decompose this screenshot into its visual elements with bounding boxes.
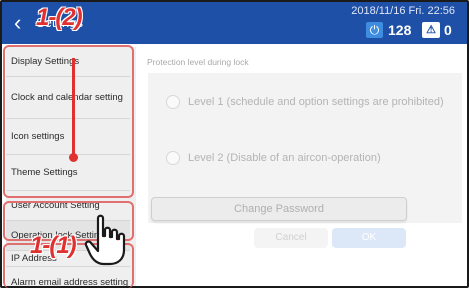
option-label: Level 1 (schedule and option settings ar…: [188, 96, 444, 108]
radio-button-icon: [166, 95, 180, 109]
ok-button[interactable]: OK: [332, 228, 406, 248]
alarm-count: 0: [444, 22, 452, 38]
callout-1-2: 1-(2): [36, 4, 83, 31]
power-icon: ⏻: [366, 22, 383, 38]
main-panel: Protection level during lock Level 1 (sc…: [138, 47, 467, 286]
option-level-2[interactable]: Level 2 (Disable of an aircon-operation): [166, 151, 381, 165]
callout-1-1: 1-(1): [30, 232, 77, 259]
power-count: 128: [388, 22, 412, 38]
option-level-1[interactable]: Level 1 (schedule and option settings ar…: [166, 95, 444, 109]
protection-level-label: Protection level during lock: [147, 57, 249, 67]
hand-pointer-icon: [84, 214, 126, 266]
cancel-button[interactable]: Cancel: [254, 228, 328, 248]
annotation-box-menu: [3, 45, 134, 198]
option-label: Level 2 (Disable of an aircon-operation): [188, 152, 381, 164]
change-password-button[interactable]: Change Password: [151, 197, 407, 221]
annotation-pointer-line: [72, 58, 75, 156]
annotation-pointer-dot: [69, 153, 78, 162]
alarm-icon: ⚠: [422, 22, 440, 38]
back-button[interactable]: ‹: [14, 10, 21, 36]
datetime-display: 2018/11/16 Fri. 22:56: [351, 5, 455, 17]
radio-button-icon: [166, 151, 180, 165]
chevron-left-icon: ‹: [14, 10, 22, 35]
